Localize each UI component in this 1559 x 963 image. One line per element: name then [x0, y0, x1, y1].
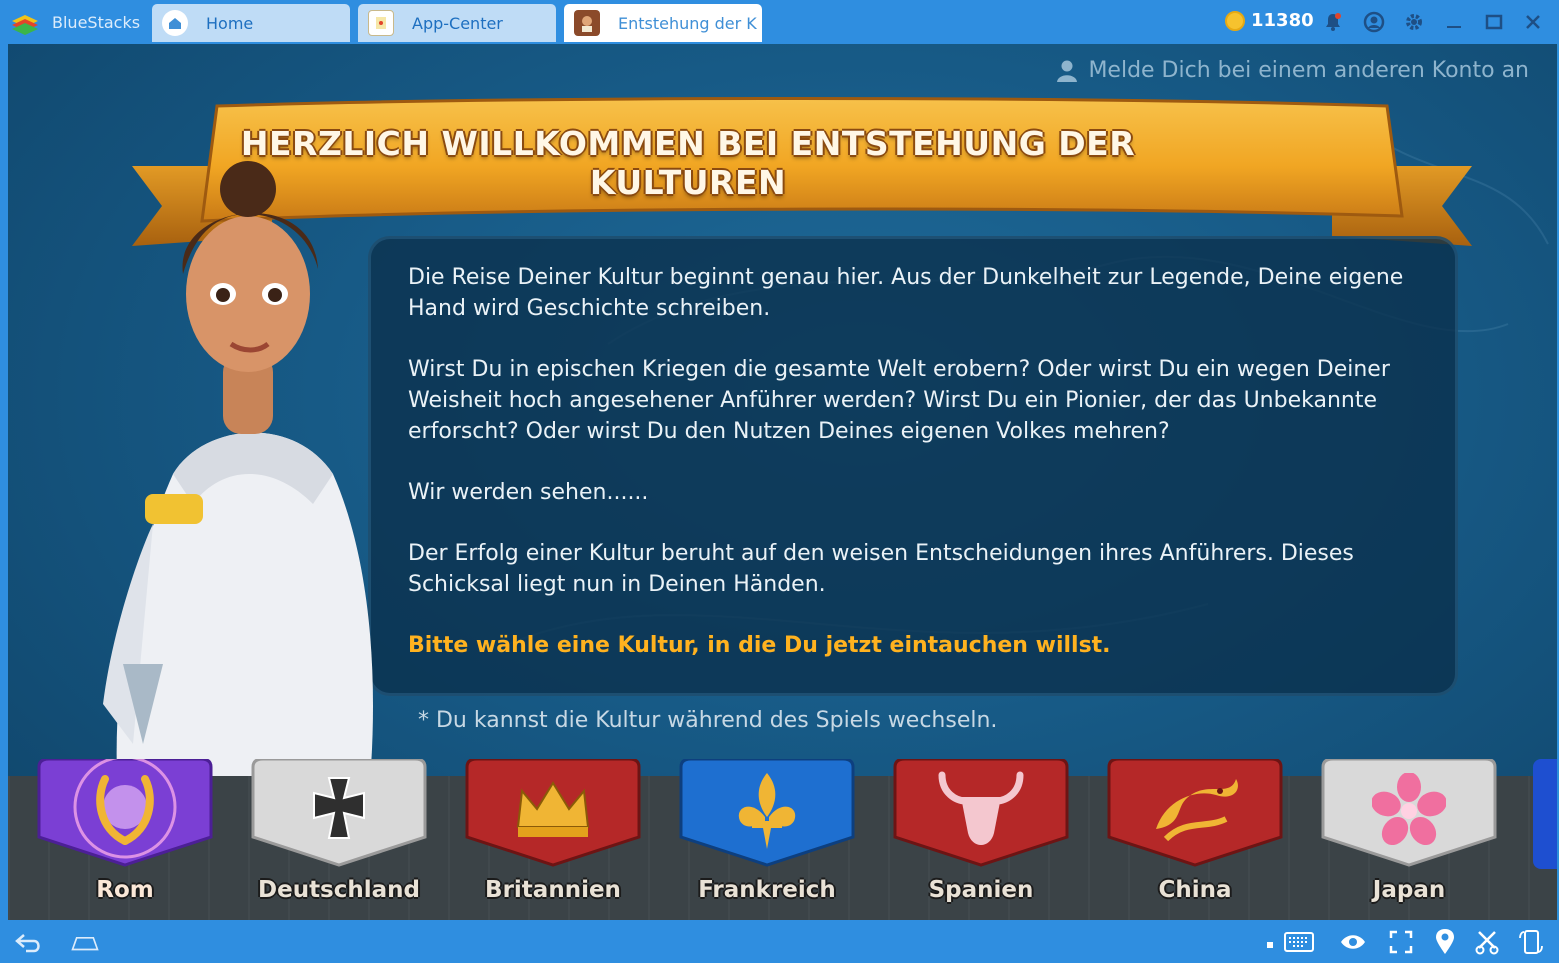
culture-japan[interactable]: Japan	[1316, 759, 1502, 919]
dialog-text: Die Reise Deiner Kultur beginnt genau hi…	[408, 262, 1428, 691]
game-view[interactable]: Melde Dich bei einem anderen Konto an HE…	[8, 44, 1557, 920]
culture-label: Japan	[1372, 877, 1446, 903]
laurel-wreath-icon	[96, 775, 154, 845]
notification-bell-icon[interactable]	[1320, 9, 1346, 35]
advisor-character-illustration	[103, 161, 373, 844]
brand: BlueStacks	[8, 4, 140, 40]
back-icon[interactable]	[14, 928, 44, 956]
culture-britannien[interactable]: Britannien	[460, 759, 646, 919]
culture-label: Deutschland	[258, 877, 420, 903]
call-to-action: Bitte wähle eine Kultur, in die Du jetzt…	[408, 633, 1111, 658]
tab-home[interactable]: Home	[152, 4, 350, 42]
minimize-icon[interactable]	[1441, 9, 1467, 35]
dialog-paragraph: Wirst Du in epischen Kriegen die gesamte…	[408, 357, 1390, 444]
fleur-de-lis-icon	[738, 773, 796, 849]
home-outline-icon[interactable]	[70, 928, 100, 956]
iron-cross-icon	[313, 777, 365, 839]
culture-label: Spanien	[928, 877, 1034, 903]
bluestacks-logo-icon	[12, 15, 38, 35]
dialog-paragraph: Wir werden sehen......	[408, 480, 649, 505]
location-icon[interactable]	[1430, 928, 1460, 956]
culture-label: Britannien	[485, 877, 621, 903]
culture-spanien[interactable]: Spanien	[888, 759, 1074, 919]
tab-app-center[interactable]: App-Center	[358, 4, 556, 42]
fullscreen-icon[interactable]	[1386, 928, 1416, 956]
bull-icon	[938, 771, 1024, 845]
tab-game[interactable]: Entstehung der K	[564, 4, 762, 42]
gear-icon[interactable]	[1401, 9, 1427, 35]
cherry-blossom-icon	[1372, 773, 1446, 846]
home-icon	[162, 10, 188, 36]
crown-icon	[516, 781, 590, 837]
dialog-paragraph: Der Erfolg einer Kultur beruht auf den w…	[408, 541, 1354, 597]
bottom-toolbar	[0, 920, 1559, 963]
culture-label: Frankreich	[698, 877, 836, 903]
switch-account-label: Melde Dich bei einem anderen Konto an	[1088, 58, 1529, 83]
app-center-icon	[368, 10, 394, 36]
tab-home-label: Home	[206, 13, 254, 33]
window-frame	[0, 44, 8, 920]
switch-account-link[interactable]: Melde Dich bei einem anderen Konto an	[1056, 58, 1529, 83]
brand-label: BlueStacks	[52, 12, 141, 32]
culture-label: China	[1158, 877, 1232, 903]
dialog-paragraph: Die Reise Deiner Kultur beginnt genau hi…	[408, 265, 1404, 321]
scissors-icon[interactable]	[1472, 928, 1502, 956]
culture-deutschland[interactable]: Deutschland	[246, 759, 432, 919]
culture-change-footnote: * Du kannst die Kultur während des Spiel…	[418, 708, 998, 733]
culture-frankreich[interactable]: Frankreich	[674, 759, 860, 919]
coin-icon	[1225, 10, 1245, 31]
culture-china[interactable]: China	[1102, 759, 1288, 919]
account-icon[interactable]	[1361, 9, 1387, 35]
tab-game-label: Entstehung der K	[618, 13, 757, 33]
phone-rotate-icon[interactable]	[1516, 928, 1546, 956]
culture-rom[interactable]: Rom	[32, 759, 218, 919]
coin-balance[interactable]: 11380	[1225, 10, 1314, 31]
maximize-icon[interactable]	[1481, 9, 1507, 35]
coin-count: 11380	[1251, 10, 1314, 31]
eye-icon[interactable]	[1338, 928, 1368, 956]
dragon-icon	[1156, 779, 1238, 842]
title-bar: BlueStacks Home App-Center Entstehung de…	[0, 0, 1559, 44]
tab-app-center-label: App-Center	[412, 13, 503, 33]
keyboard-icon[interactable]	[1262, 928, 1318, 956]
game-icon	[574, 10, 600, 36]
culture-next-peek[interactable]	[1533, 759, 1557, 869]
user-icon	[1057, 60, 1078, 82]
close-icon[interactable]	[1520, 9, 1546, 35]
culture-label: Rom	[96, 877, 154, 903]
